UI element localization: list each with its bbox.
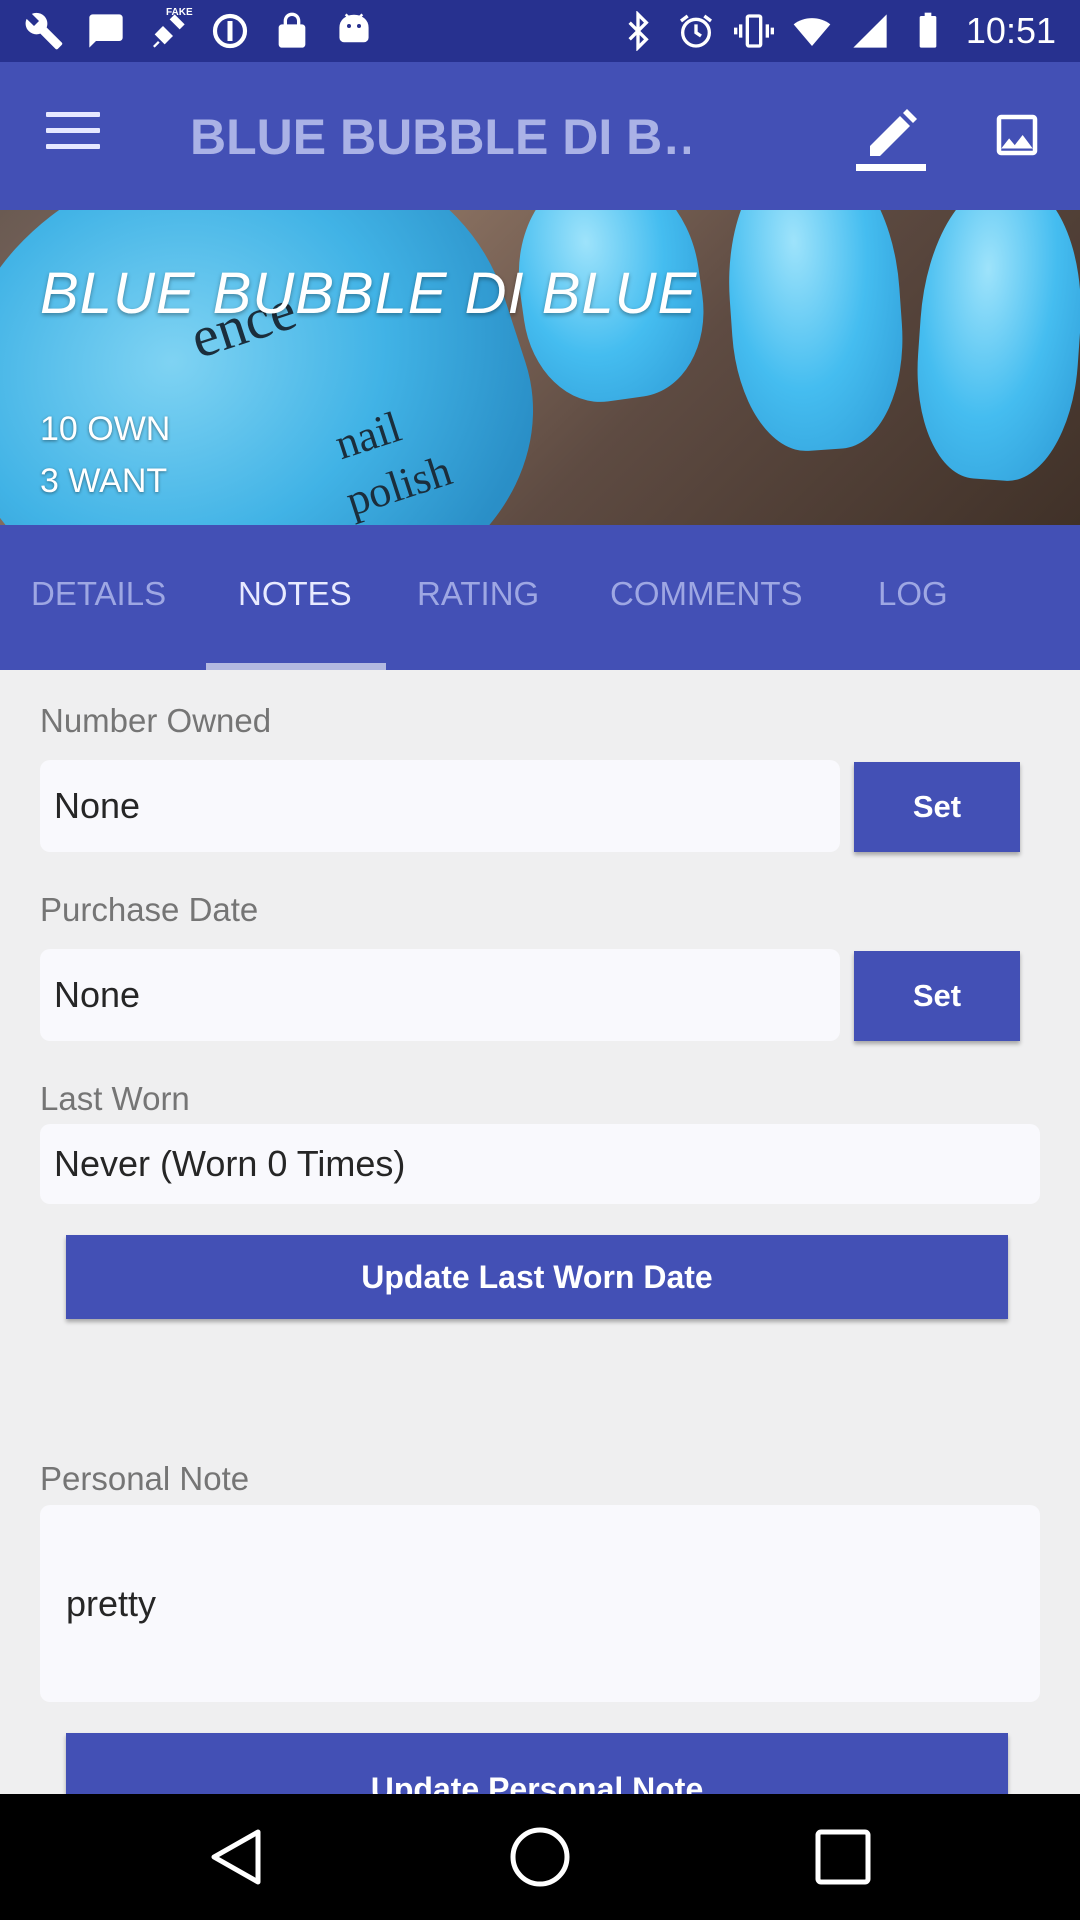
last-worn-field: Never (Worn 0 Times) <box>40 1124 1040 1204</box>
tab-rating[interactable]: RATING <box>417 575 539 613</box>
signal-icon <box>850 11 890 51</box>
recents-icon[interactable] <box>810 1824 876 1890</box>
page-title: BLUE BUBBLE DI B… <box>190 109 690 165</box>
app-bar: BLUE BUBBLE DI B… <box>0 62 1080 210</box>
want-count: 3 WANT <box>40 462 168 500</box>
image-icon[interactable] <box>990 108 1044 162</box>
tab-log[interactable]: LOG <box>878 575 948 613</box>
pencil-icon[interactable] <box>856 96 926 172</box>
set-purchase-date-button[interactable]: Set <box>854 951 1020 1041</box>
purchase-date-field[interactable]: None <box>40 949 840 1041</box>
android-icon <box>334 11 374 51</box>
number-owned-field[interactable]: None <box>40 760 840 852</box>
wifi-icon <box>792 11 832 51</box>
vibrate-icon <box>733 11 774 51</box>
battery-icon <box>908 11 948 51</box>
tab-bar: DETAILS NOTES RATING COMMENTS LOG <box>0 525 1080 670</box>
tab-comments[interactable]: COMMENTS <box>610 575 803 613</box>
clock: 10:51 <box>965 10 1056 51</box>
menu-icon[interactable] <box>42 112 104 160</box>
personal-note-field[interactable]: pretty <box>40 1505 1040 1702</box>
status-bar: FAKE 10:51 <box>0 0 1080 62</box>
tab-notes[interactable]: NOTES <box>238 575 352 613</box>
lock-icon <box>272 11 312 51</box>
nail-image <box>719 210 911 456</box>
alarm-icon <box>676 11 716 51</box>
last-worn-label: Last Worn <box>40 1080 190 1117</box>
sync-icon <box>210 11 250 51</box>
purchase-date-label: Purchase Date <box>40 891 259 928</box>
header-image: ence nail polish BLUE BUBBLE DI BLUE 10 … <box>0 210 1080 525</box>
personal-note-label: Personal Note <box>40 1460 250 1497</box>
screen: FAKE 10:51 BLUE BUBBLE DI B… ence nail p… <box>0 0 1080 1920</box>
tab-indicator <box>206 663 386 670</box>
nail-image <box>909 210 1080 486</box>
update-last-worn-button[interactable]: Update Last Worn Date <box>66 1235 1008 1319</box>
number-owned-label: Number Owned <box>40 702 272 739</box>
navigation-bar <box>0 1794 1080 1920</box>
bluetooth-icon <box>618 11 658 51</box>
own-count: 10 OWN <box>40 410 171 448</box>
hero-title: BLUE BUBBLE DI BLUE <box>40 261 698 326</box>
update-personal-note-button[interactable]: Update Personal Note <box>66 1733 1008 1794</box>
satellite-icon: FAKE <box>148 7 193 51</box>
back-icon[interactable] <box>204 1824 270 1890</box>
set-number-owned-button[interactable]: Set <box>854 762 1020 852</box>
message-icon <box>86 11 126 51</box>
wrench-icon <box>24 11 64 51</box>
tab-details[interactable]: DETAILS <box>31 575 166 613</box>
fake-badge: FAKE <box>166 7 193 18</box>
update-personal-note-label: Update Personal Note <box>370 1771 704 1794</box>
home-icon[interactable] <box>507 1824 573 1890</box>
